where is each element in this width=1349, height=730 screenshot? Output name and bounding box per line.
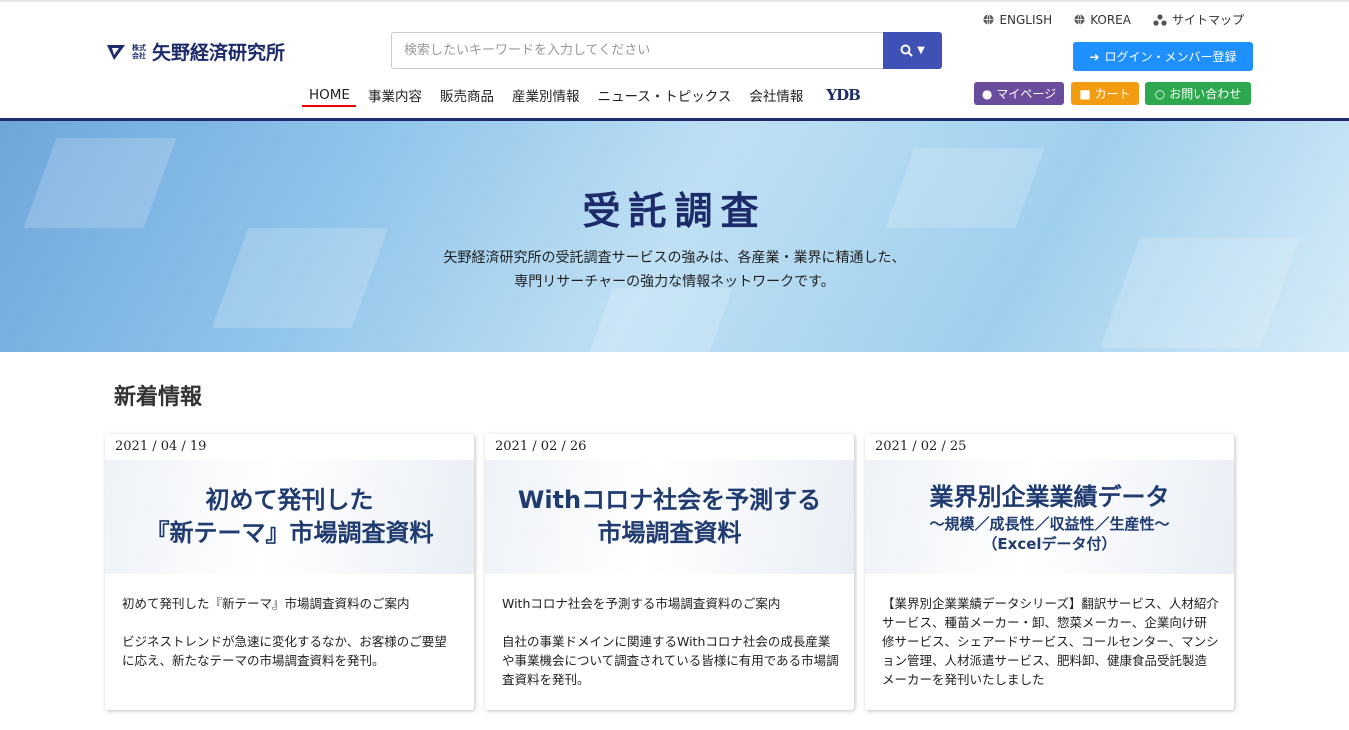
- nav-item-business[interactable]: 事業内容: [367, 85, 423, 105]
- ydb-logo-link[interactable]: YDB: [826, 86, 860, 104]
- logo-company-type: 株式 会社: [132, 44, 146, 60]
- banner-line-2: ～規模／成長性／収益性／生産性～: [929, 514, 1170, 533]
- mypage-label: マイページ: [996, 87, 1057, 101]
- login-button-label: ログイン・メンバー登録: [1104, 50, 1237, 64]
- banner-line-2: 市場調査資料: [597, 519, 742, 547]
- cart-label: カート: [1094, 87, 1131, 101]
- banner-line-1: Withコロナ社会を予測する: [517, 486, 822, 514]
- banner-line-2: 『新テーマ』市場調査資料: [145, 519, 434, 547]
- search-bar: ▼: [391, 32, 942, 69]
- logo-mark-icon: [107, 44, 125, 60]
- news-body-lead: Withコロナ社会を予測する市場調査資料のご案内: [502, 596, 781, 611]
- news-card[interactable]: 2021 / 02 / 26 Withコロナ社会を予測する 市場調査資料 Wit…: [485, 434, 854, 710]
- chat-icon: ○: [1154, 86, 1166, 101]
- hero-pattern-tile: [587, 288, 733, 352]
- nav-item-industry[interactable]: 産業別情報: [511, 85, 581, 105]
- search-icon: [900, 44, 913, 57]
- news-banner-image: 業界別企業業績データ ～規模／成長性／収益性／生産性～ （Excelデータ付）: [865, 460, 1234, 574]
- hero-description-line-2: 専門リサーチャーの強力な情報ネットワークです。: [514, 274, 835, 290]
- nav-item-company[interactable]: 会社情報: [748, 85, 804, 105]
- news-body-text: 【業界別企業業績データシリーズ】翻訳サービス、人材紹介サービス、種苗メーカー・卸…: [882, 596, 1219, 687]
- sign-in-icon: ➜: [1089, 49, 1100, 64]
- news-body-text: 自社の事業ドメインに関連するWithコロナ社会の成長産業や事業機会について調査さ…: [502, 634, 839, 687]
- link-korea[interactable]: KOREA: [1074, 11, 1131, 28]
- banner-line-1: 初めて発刊した: [205, 486, 374, 514]
- news-date: 2021 / 02 / 25: [875, 439, 967, 454]
- login-button[interactable]: ➜ ログイン・メンバー登録: [1073, 42, 1253, 71]
- globe-icon: [1074, 14, 1085, 25]
- news-banner-image: Withコロナ社会を予測する 市場調査資料: [485, 460, 854, 574]
- hero-description-line-1: 矢野経済研究所の受託調査サービスの強みは、各産業・業界に精通した、: [443, 250, 906, 266]
- news-date: 2021 / 02 / 26: [495, 439, 587, 454]
- caret-down-icon: ▼: [917, 45, 925, 56]
- hero-title: 受託調査: [582, 188, 767, 233]
- news-banner-image: 初めて発刊した 『新テーマ』市場調査資料: [105, 460, 474, 574]
- main-nav: HOME 事業内容 販売商品 産業別情報 ニュース・トピックス 会社情報 YDB: [300, 84, 861, 107]
- news-section-title: 新着情報: [114, 385, 203, 410]
- nav-item-news[interactable]: ニュース・トピックス: [596, 85, 732, 105]
- top-links: ENGLISH KOREA サイトマップ: [983, 11, 1244, 28]
- link-korea-label: KOREA: [1090, 12, 1131, 27]
- news-body-text: ビジネストレンドが急速に変化するなか、お客様のご要望に応え、新たなテーマの市場調…: [122, 634, 447, 668]
- news-card[interactable]: 2021 / 02 / 25 業界別企業業績データ ～規模／成長性／収益性／生産…: [865, 434, 1234, 710]
- news-body-lead: 初めて発刊した『新テーマ』市場調査資料のご案内: [122, 596, 410, 611]
- cart-button[interactable]: ■ カート: [1071, 82, 1139, 105]
- user-icon: ●: [981, 86, 993, 101]
- cart-icon: ■: [1079, 86, 1091, 101]
- company-logo[interactable]: 株式 会社 矢野経済研究所: [106, 38, 285, 65]
- hero-description: 矢野経済研究所の受託調査サービスの強みは、各産業・業界に精通した、 専門リサーチ…: [0, 246, 1349, 294]
- link-sitemap[interactable]: サイトマップ: [1153, 11, 1244, 28]
- link-english[interactable]: ENGLISH: [983, 11, 1052, 28]
- search-button[interactable]: ▼: [883, 32, 942, 69]
- nav-item-home[interactable]: HOME: [302, 87, 356, 107]
- link-sitemap-label: サイトマップ: [1171, 13, 1244, 27]
- hero-banner: 受託調査 矢野経済研究所の受託調査サービスの強みは、各産業・業界に精通した、 専…: [0, 118, 1349, 352]
- nav-item-products[interactable]: 販売商品: [439, 85, 495, 105]
- link-english-label: ENGLISH: [999, 12, 1053, 27]
- banner-line-3: （Excelデータ付）: [982, 534, 1117, 553]
- search-input[interactable]: [391, 32, 883, 69]
- news-date: 2021 / 04 / 19: [115, 439, 207, 454]
- banner-line-1: 業界別企業業績データ: [929, 482, 1170, 511]
- contact-button[interactable]: ○ お問い合わせ: [1145, 82, 1251, 105]
- logo-small-line-1: 株式: [132, 43, 146, 52]
- news-body: 【業界別企業業績データシリーズ】翻訳サービス、人材紹介サービス、種苗メーカー・卸…: [882, 594, 1219, 689]
- news-body: 初めて発刊した『新テーマ』市場調査資料のご案内 ビジネストレンドが急速に変化する…: [122, 594, 459, 670]
- mypage-button[interactable]: ● マイページ: [974, 82, 1064, 105]
- news-card[interactable]: 2021 / 04 / 19 初めて発刊した 『新テーマ』市場調査資料 初めて発…: [105, 434, 474, 710]
- logo-small-line-2: 会社: [132, 51, 146, 60]
- hero-top-bar: [0, 118, 1349, 121]
- contact-label: お問い合わせ: [1169, 87, 1242, 101]
- site-header: 株式 会社 矢野経済研究所 ▼ ENGLISH KOREA サイトマップ ➜: [0, 2, 1349, 118]
- sitemap-icon: [1153, 13, 1167, 26]
- globe-icon: [983, 14, 994, 25]
- logo-text: 矢野経済研究所: [152, 42, 286, 64]
- news-body: Withコロナ社会を予測する市場調査資料のご案内 自社の事業ドメインに関連するW…: [502, 594, 839, 689]
